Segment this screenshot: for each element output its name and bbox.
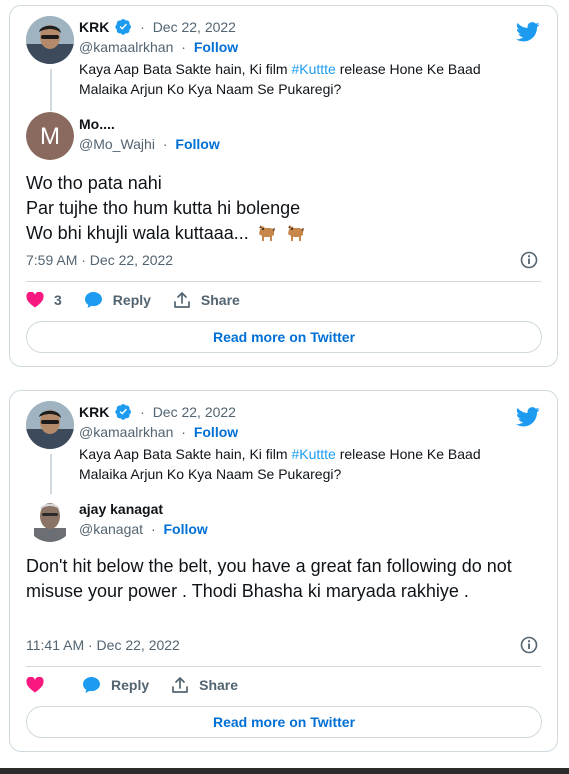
parent-tweet-text: Kaya Aap Bata Sakte hain, Ki film #Kuttt… [79,444,519,484]
share-icon [172,677,188,693]
twitter-bird-icon[interactable] [516,407,540,427]
reply-bubble-icon [84,292,102,308]
tweet-card: KRK · Dec 22, 2022 @kamaalrkhan · Follow… [9,390,558,752]
reply-author-handle[interactable]: @Mo_Wajhi [79,136,155,152]
author-name[interactable]: KRK [79,404,109,420]
avatar[interactable] [26,16,74,64]
reply-tweet-text: Don't hit below the belt, you have a gre… [26,556,512,601]
verified-badge-icon [115,19,132,35]
tweet-actions: Reply Share [26,676,260,694]
text-line: Par tujhe tho hum kutta hi bolenge [26,198,301,218]
heart-icon [26,677,44,693]
twitter-bird-icon[interactable] [516,22,540,42]
share-label: Share [200,292,240,308]
verified-badge-icon [115,404,132,420]
avatar[interactable] [26,401,74,449]
text-line: Wo tho pata nahi [26,173,162,193]
hashtag-link[interactable]: #Kuttte [291,61,335,77]
reply-button[interactable]: Reply [82,676,149,694]
reply-author-name[interactable]: ajay kanagat [79,501,163,517]
reply-author-name[interactable]: Mo.... [79,116,115,132]
separator-dot: · [181,39,186,55]
tweet-actions: 3 Reply Share [26,291,262,309]
info-icon[interactable] [520,636,538,654]
tweet-card: KRK · Dec 22, 2022 @kamaalrkhan · Follow… [9,5,558,367]
thread-line [50,69,52,111]
read-more-on-twitter-button[interactable]: Read more on Twitter [26,321,542,353]
like-count: 3 [54,292,62,308]
info-icon[interactable] [520,251,538,269]
heart-icon [26,292,44,308]
tweet-timestamp[interactable]: 7:59 AM · Dec 22, 2022 [26,252,173,268]
reply-button[interactable]: Reply [84,291,151,309]
reply-tweet-text: Wo tho pata nahi Par tujhe tho hum kutta… [26,171,546,246]
follow-button[interactable]: Follow [194,39,238,55]
read-more-on-twitter-button[interactable]: Read more on Twitter [26,706,542,738]
parent-tweet-text: Kaya Aap Bata Sakte hain, Ki film #Kuttt… [79,59,519,99]
separator-dot: · [140,404,145,420]
tweet-timestamp[interactable]: 11:41 AM · Dec 22, 2022 [26,637,180,653]
share-button[interactable]: Share [173,291,240,309]
tweet-date[interactable]: Dec 22, 2022 [153,19,236,35]
like-button[interactable] [26,677,54,693]
divider [26,281,541,282]
reply-label: Reply [111,677,150,693]
text-line-with-emoji: Wo bhi khujli wala kuttaaa... [26,221,546,246]
follow-button[interactable]: Follow [175,136,219,152]
divider [26,666,541,667]
text-line: Wo bhi khujli wala kuttaaa... [26,223,249,243]
author-handle[interactable]: @kamaalrkhan [79,39,173,55]
separator-dot: · [140,19,145,35]
like-button[interactable]: 3 [26,292,62,308]
bottom-bar [0,768,569,774]
reply-label: Reply [112,292,151,308]
text-before: Kaya Aap Bata Sakte hain, Ki film [79,446,292,462]
thread-line [50,454,52,496]
tweet-date[interactable]: Dec 22, 2022 [153,404,236,420]
dog-emoji [258,225,275,241]
separator-dot: · [162,136,168,152]
follow-button[interactable]: Follow [164,521,208,537]
dog-emoji [287,225,304,241]
follow-button[interactable]: Follow [194,424,238,440]
avatar-initial: M [40,123,60,150]
avatar[interactable] [26,494,74,542]
text-before: Kaya Aap Bata Sakte hain, Ki film [79,61,292,77]
separator-dot: · [150,521,156,537]
avatar[interactable]: M [26,112,74,160]
share-button[interactable]: Share [171,676,238,694]
share-label: Share [199,677,239,693]
hashtag-link[interactable]: #Kuttte [291,446,335,462]
share-icon [174,292,190,308]
separator-dot: · [181,424,186,440]
author-name[interactable]: KRK [79,19,109,35]
author-handle[interactable]: @kamaalrkhan [79,424,173,440]
reply-bubble-icon [83,677,100,693]
reply-author-handle[interactable]: @kanagat [79,521,143,537]
